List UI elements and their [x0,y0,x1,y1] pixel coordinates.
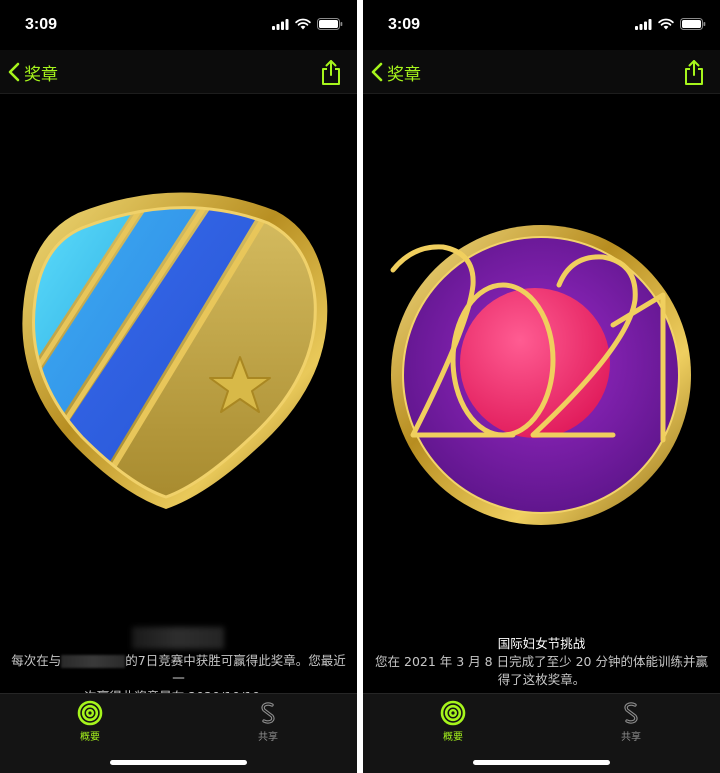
status-time: 3:09 [388,16,421,33]
status-bar: 3:09 [0,0,357,50]
status-time: 3:09 [25,16,58,33]
back-button-label: 奖章 [24,64,58,85]
phone-screen-competition-award: 3:09 奖章 每次在与 的7日竞赛中获胜可赢得此奖章。您最近一 概要 共享 [0,0,357,773]
chevron-left-icon [8,62,20,82]
share-icon [685,60,703,85]
description-line1: 您在 2021 年 3 月 8 日完成了至少 20 分钟的体能训练并赢 [375,654,708,669]
tab-summary-label: 概要 [443,732,463,743]
screenshot-root: 3:09 奖章 每次在与 的7日竞赛中获胜可赢得此奖章。您最近一 概要 共享 3… [0,0,720,773]
cellular-signal-icon [635,18,652,30]
wifi-icon [658,18,674,30]
home-indicator [110,760,247,765]
redacted-region [132,627,224,649]
award-display [0,95,357,635]
status-icons [272,17,343,31]
tab-sharing[interactable]: 共享 [601,698,661,746]
navigation-bar: 奖章 [0,50,357,94]
status-bar: 3:09 [363,0,720,50]
chevron-left-icon [371,62,383,82]
tab-sharing-label: 共享 [258,732,278,743]
womens-day-2021-medal [390,225,691,525]
navigation-bar: 奖章 [363,50,720,94]
phone-screen-womens-day-award: 3:09 奖章 国际妇女节挑战 您在 2021 年 3 月 8 日完成了至少 2… [363,0,720,773]
description-line1-suffix: 的7日竞赛中获胜可赢得此奖章。您最近一 [125,653,346,686]
award-display [363,95,720,635]
activity-rings-icon [440,700,466,726]
tab-sharing-label: 共享 [621,732,641,743]
award-title: 国际妇女节挑战 [497,636,586,651]
battery-icon [317,18,343,30]
status-icons [635,17,706,31]
tab-summary[interactable]: 概要 [423,698,483,746]
back-button-label: 奖章 [387,64,421,85]
sharing-icon [624,702,638,724]
redacted-contact-name [61,655,126,668]
wifi-icon [295,18,311,30]
activity-rings-icon [77,700,103,726]
competition-award-medal [22,192,328,509]
back-button[interactable]: 奖章 [371,58,421,86]
share-button[interactable] [682,58,706,86]
home-indicator [473,760,610,765]
back-button[interactable]: 奖章 [8,58,58,86]
battery-icon [680,18,706,30]
cellular-signal-icon [272,18,289,30]
tab-summary-label: 概要 [80,732,100,743]
tab-bar: 概要 共享 [0,693,357,773]
award-description: 国际妇女节挑战 您在 2021 年 3 月 8 日完成了至少 20 分钟的体能训… [373,635,710,689]
description-line1-prefix: 每次在与 [11,653,62,668]
share-icon [322,60,340,85]
tab-bar: 概要 共享 [363,693,720,773]
sharing-icon [261,702,275,724]
share-button[interactable] [319,58,343,86]
tab-summary[interactable]: 概要 [60,698,120,746]
description-line2: 得了这枚奖章。 [497,672,586,687]
tab-sharing[interactable]: 共享 [238,698,298,746]
